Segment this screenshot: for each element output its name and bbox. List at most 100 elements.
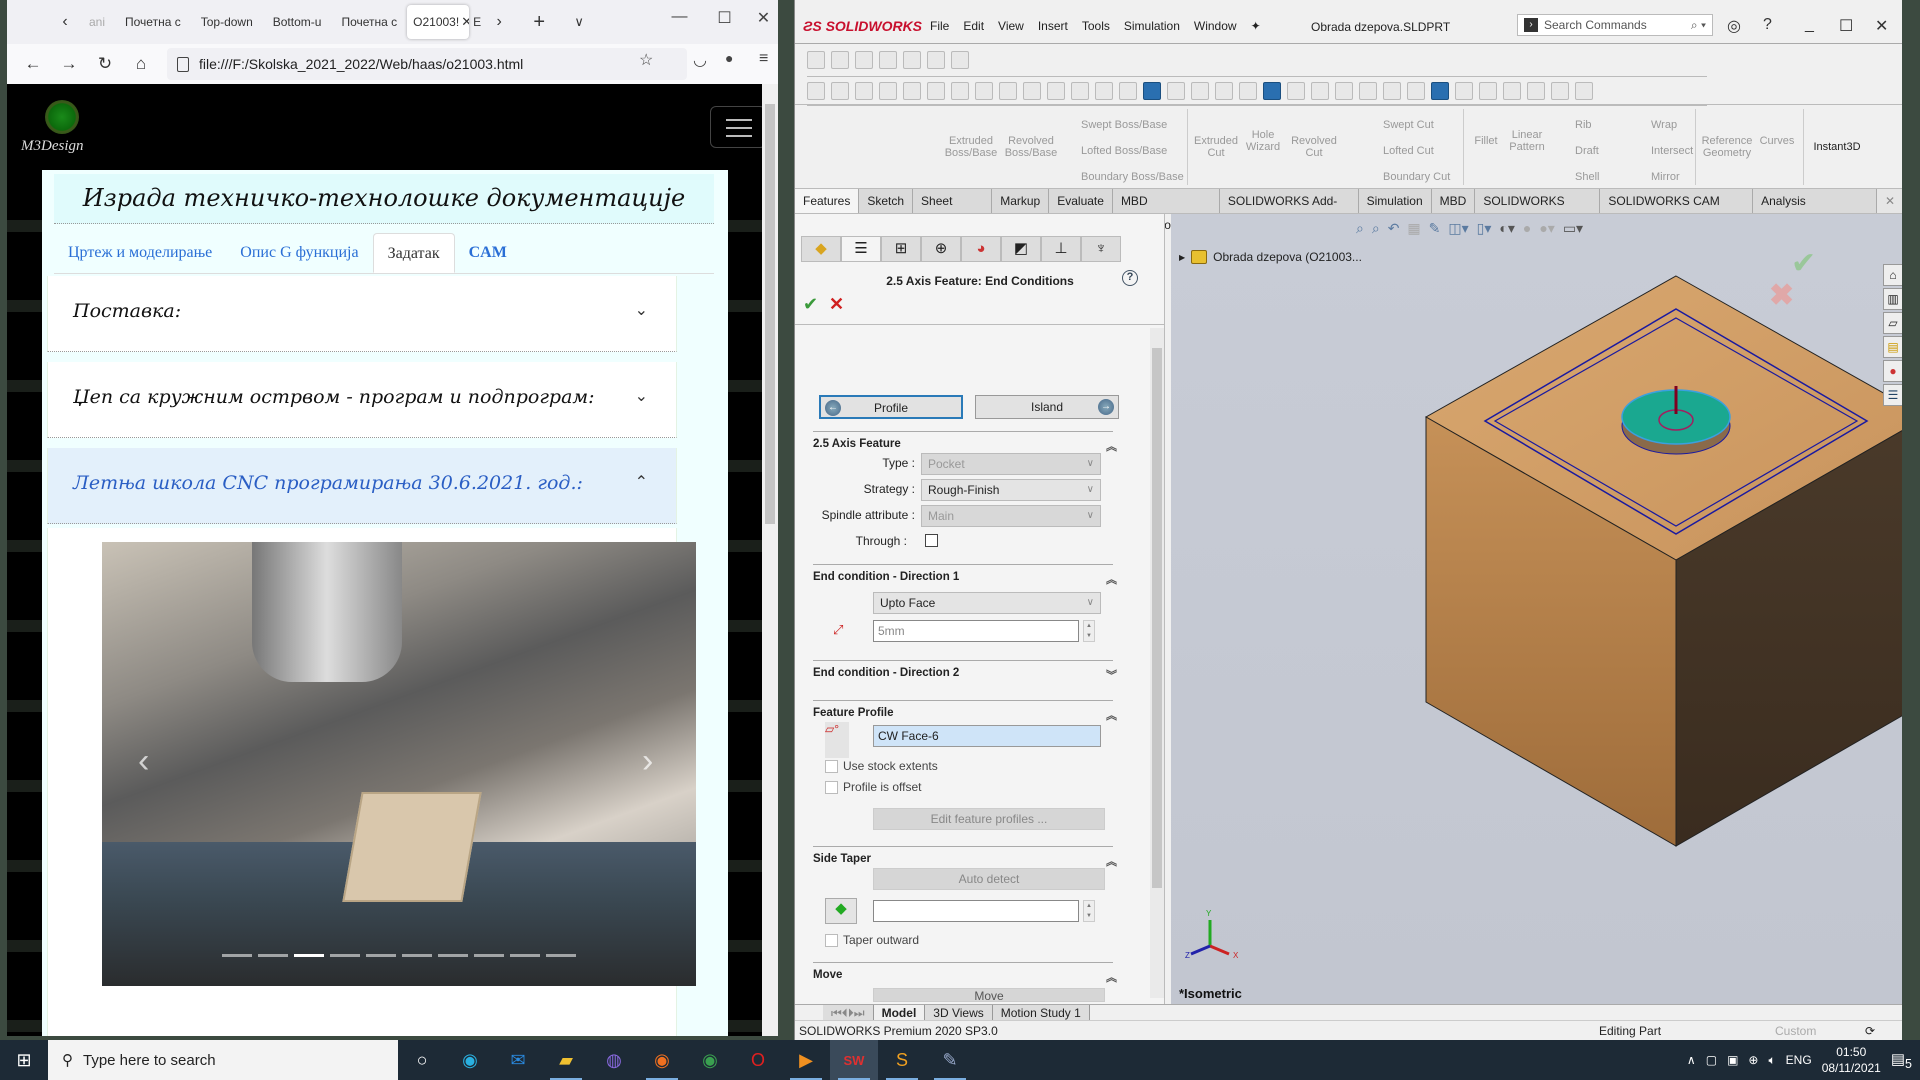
depth-input[interactable]: 5mm <box>873 620 1079 642</box>
cm-tab-evaluate[interactable]: Evaluate <box>1049 189 1113 213</box>
design-library-icon[interactable]: ▥ <box>1883 288 1902 310</box>
taper-outward-checkbox[interactable] <box>825 934 838 947</box>
help-icon[interactable]: ? <box>1763 16 1772 34</box>
carousel-indicator[interactable] <box>222 954 252 957</box>
mirror-button[interactable]: Mirror <box>1651 171 1680 183</box>
menu-tools[interactable]: Tools <box>1075 19 1117 33</box>
opera-icon[interactable]: O <box>734 1040 782 1080</box>
unit-system-select[interactable]: Custom <box>1775 1024 1816 1038</box>
carousel-indicator[interactable] <box>330 954 360 957</box>
solidworks-logo[interactable]: ƧS SOLIDWORKS <box>803 18 923 34</box>
browser-tab[interactable]: Top-down <box>191 5 263 39</box>
browser-tab[interactable]: ani <box>79 5 115 39</box>
tab-3d-views[interactable]: 3D Views <box>925 1004 993 1021</box>
extruded-boss-base-button[interactable]: Extruded Boss/Base <box>943 135 999 159</box>
lofted-cut-button[interactable]: Lofted Cut <box>1383 145 1434 157</box>
list-tabs-button[interactable]: ∨ <box>565 14 593 30</box>
media-player-icon[interactable]: ▶ <box>782 1040 830 1080</box>
browser-tab[interactable]: Почетна с <box>331 5 407 39</box>
cam-toolbar-icon[interactable] <box>1527 82 1545 100</box>
pocket-icon[interactable]: ◡ <box>693 50 707 70</box>
home-icon[interactable] <box>807 51 825 69</box>
cam-toolbar-icon[interactable] <box>1167 82 1185 100</box>
cl-icon[interactable] <box>951 82 969 100</box>
cm-tab-markup[interactable]: Markup <box>992 189 1050 213</box>
g1-icon[interactable] <box>927 82 945 100</box>
select-icon[interactable] <box>903 51 921 69</box>
close-tab-icon[interactable]: ✕ <box>461 14 469 30</box>
cam-setup-icon[interactable] <box>1263 82 1281 100</box>
cam-operation-tree-tab-icon[interactable]: ⊥ <box>1041 236 1081 262</box>
cam-toolbar-icon[interactable] <box>1455 82 1473 100</box>
notifications-icon[interactable]: ▤5 <box>1891 1050 1912 1071</box>
cam-toolbar-icon[interactable] <box>1503 82 1521 100</box>
carousel-indicator[interactable] <box>474 954 504 957</box>
menu-edit[interactable]: Edit <box>956 19 991 33</box>
browser-tab-active[interactable]: O21003! ✕ <box>407 5 470 39</box>
language-indicator[interactable]: ENG <box>1786 1053 1812 1067</box>
expand-icon[interactable]: ︾ <box>1106 667 1117 683</box>
start-button[interactable]: ⊞ <box>0 1050 48 1071</box>
carousel-indicator[interactable] <box>438 954 468 957</box>
auto-detect-button[interactable]: Auto detect <box>873 868 1105 890</box>
search-icon[interactable]: ⌕ ▾ <box>1691 18 1706 33</box>
accordion-item-setup[interactable]: Поставка: ⌄ <box>47 276 677 352</box>
graphics-area[interactable]: ⌕ ⌕ ↶ ▦ ✎ ◫▾ ▯▾ ◐▾ ● ●▾ ▭▾ ▶ Obrada dzep… <box>1171 214 1902 1010</box>
scrollbar-thumb[interactable] <box>1152 348 1162 888</box>
cm-tab-analysis-preparation[interactable]: Analysis Preparation <box>1753 189 1877 232</box>
cm-tab-features[interactable]: Features <box>795 189 860 213</box>
logo-icon[interactable] <box>45 100 79 134</box>
viber-icon[interactable]: ◍ <box>590 1040 638 1080</box>
swept-cut-button[interactable]: Swept Cut <box>1383 119 1434 131</box>
configurationmanager-tab-icon[interactable]: ⊞ <box>881 236 921 262</box>
mail-icon[interactable]: ✉ <box>494 1040 542 1080</box>
group-end-condition-direction-2[interactable]: End condition - Direction 2 ︾ <box>813 660 1117 682</box>
edit-feature-profiles-button[interactable]: Edit feature profiles ... <box>873 808 1105 830</box>
collapse-icon[interactable]: ︽ <box>1106 438 1117 454</box>
scrollbar-thumb[interactable] <box>765 104 775 524</box>
cm-tab-simulation[interactable]: Simulation <box>1358 189 1432 213</box>
cm-tab-sheet-metal[interactable]: Sheet Metal <box>913 189 993 232</box>
dimxpert-tab-icon[interactable]: ⊕ <box>921 236 961 262</box>
file-explorer-icon[interactable]: ▰ <box>542 1040 590 1080</box>
tab-scroll-left-button[interactable]: ‹ <box>51 13 79 31</box>
close-cm-tab-icon[interactable]: ✕ <box>1876 189 1902 213</box>
cancel-x-icon[interactable]: ✕ <box>829 294 844 315</box>
tab-drawing-modeling[interactable]: Цртеж и моделирање <box>54 233 226 273</box>
cam-info-icon[interactable] <box>1431 82 1449 100</box>
through-checkbox[interactable] <box>925 534 938 547</box>
new-icon[interactable] <box>831 51 849 69</box>
carousel-indicator[interactable] <box>258 954 288 957</box>
wrap-button[interactable]: Wrap <box>1651 119 1677 131</box>
strategy-select[interactable]: Rough-Finish ∨ <box>921 479 1101 501</box>
reference-geometry-button[interactable]: Reference Geometry <box>1699 135 1755 159</box>
cam-toolbar-icon[interactable] <box>999 82 1017 100</box>
carousel-next-button[interactable]: › <box>642 742 653 781</box>
revolved-boss-base-button[interactable]: Revolved Boss/Base <box>1003 135 1059 159</box>
menu-simulation[interactable]: Simulation <box>1117 19 1187 33</box>
displaymanager-tab-icon[interactable]: ◕ <box>961 236 1001 262</box>
menu-insert[interactable]: Insert <box>1031 19 1075 33</box>
tab-cam[interactable]: CAM <box>455 233 521 273</box>
rib-button[interactable]: Rib <box>1575 119 1592 131</box>
end-condition-select[interactable]: Upto Face ∨ <box>873 592 1101 614</box>
collapse-icon[interactable]: ︽ <box>1106 707 1117 723</box>
use-stock-extents-checkbox[interactable] <box>825 760 838 773</box>
cam-toolbar-icon[interactable] <box>903 82 921 100</box>
undo-icon[interactable] <box>951 51 969 69</box>
carousel-prev-button[interactable]: ‹ <box>138 742 149 781</box>
url-bar[interactable]: file:///F:/Skolska_2021_2022/Web/haas/o2… <box>167 48 687 80</box>
revolved-cut-button[interactable]: Revolved Cut <box>1291 135 1337 159</box>
move-button[interactable]: Move <box>873 988 1105 1002</box>
menu-window[interactable]: Window <box>1187 19 1244 33</box>
forward-button[interactable]: → <box>51 54 87 74</box>
input-method-icon[interactable]: ▣ <box>1727 1053 1738 1067</box>
propertymanager-tab-icon[interactable]: ☰ <box>841 236 881 262</box>
options-gear-icon[interactable] <box>927 51 945 69</box>
cam-toolbar-icon[interactable] <box>1335 82 1353 100</box>
url-text[interactable]: file:///F:/Skolska_2021_2022/Web/haas/o2… <box>199 56 523 72</box>
model-viewport[interactable] <box>1171 214 1902 1010</box>
cm-tab-sketch[interactable]: Sketch <box>859 189 914 213</box>
cm-tab-solidworks-cam[interactable]: SOLIDWORKS CAM <box>1475 189 1601 232</box>
taskbar-search-box[interactable]: ⚲ Type here to search <box>48 1040 398 1080</box>
